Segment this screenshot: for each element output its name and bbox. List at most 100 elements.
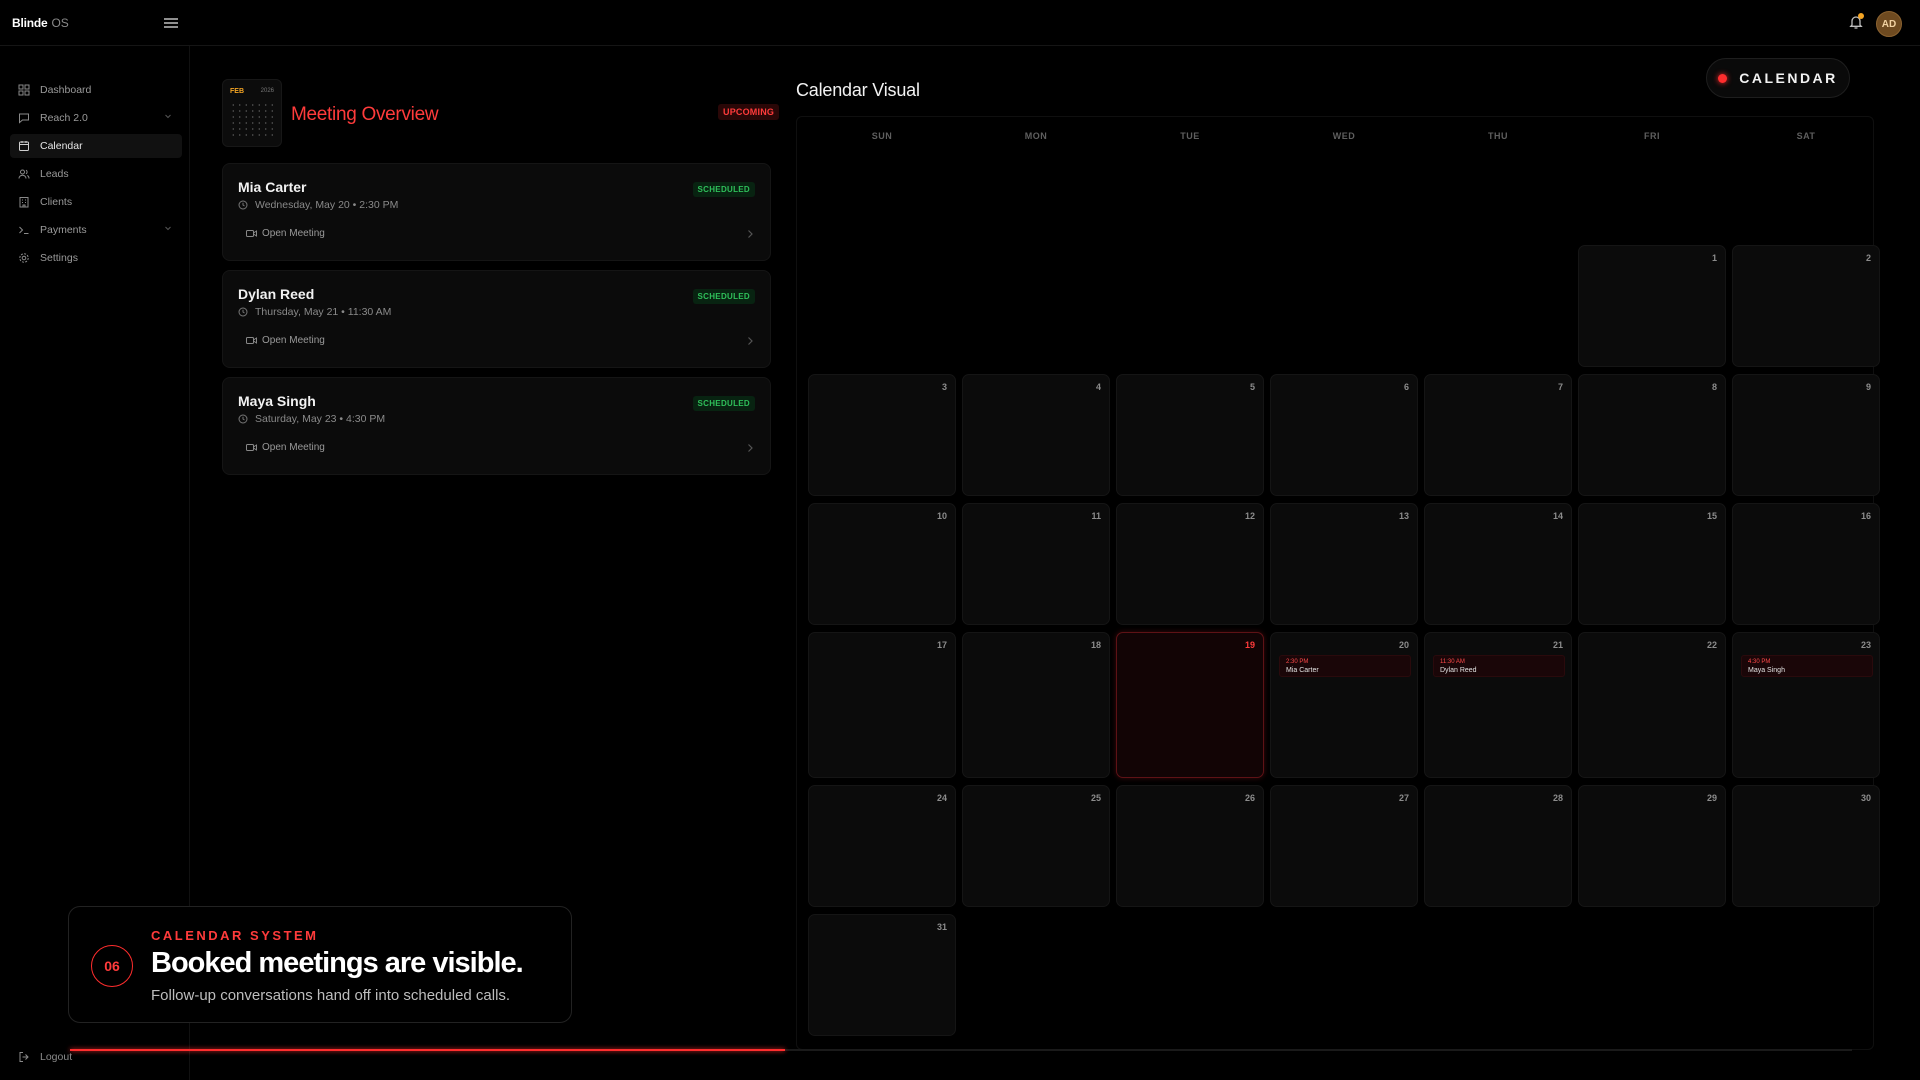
calendar-day[interactable]: 16 (1732, 503, 1880, 625)
open-meeting-link[interactable]: Open Meeting (246, 228, 325, 239)
calendar-day[interactable]: 13 (1270, 503, 1418, 625)
calendar-day[interactable]: 25 (962, 785, 1110, 907)
calendar-day[interactable]: 28 (1424, 785, 1572, 907)
calendar-day[interactable]: 14 (1424, 503, 1572, 625)
grid-icon (18, 84, 30, 96)
calendar-day[interactable]: 31 (808, 914, 956, 1036)
meeting-overview-title: Meeting Overview (291, 104, 439, 125)
calendar-day[interactable]: 5 (1116, 374, 1264, 496)
meeting-name: Mia Carter (238, 179, 307, 195)
caption-subtitle: Follow-up conversations hand off into sc… (151, 987, 511, 1004)
weekday-thu: THU (1488, 131, 1508, 141)
calendar-day[interactable]: 11 (962, 503, 1110, 625)
calendar-event[interactable]: 11:30 AM Dylan Reed (1433, 655, 1565, 677)
clock-icon (238, 414, 248, 424)
sidebar-item-reach[interactable]: Reach 2.0 (10, 106, 182, 130)
sidebar-item-label: Clients (40, 196, 73, 208)
calendar-day[interactable]: 6 (1270, 374, 1418, 496)
video-icon (246, 230, 257, 237)
user-avatar[interactable]: AD (1876, 11, 1902, 37)
calendar-day[interactable]: 27 (1270, 785, 1418, 907)
clock-icon (238, 200, 248, 210)
calendar-day[interactable]: 9 (1732, 374, 1880, 496)
day-number: 20 (1398, 640, 1409, 650)
caption-kicker: CALENDAR SYSTEM (151, 928, 319, 943)
calendar-day[interactable]: 12 (1116, 503, 1264, 625)
chevron-down-icon (165, 114, 171, 119)
brand-logo[interactable]: Blinde OS (12, 16, 69, 30)
calendar-day[interactable]: 4 (962, 374, 1110, 496)
meeting-name: Dylan Reed (238, 286, 315, 302)
calendar-day[interactable]: 15 (1578, 503, 1726, 625)
calendar-event[interactable]: 2:30 PM Mia Carter (1279, 655, 1411, 677)
sidebar-item-label: Dashboard (40, 84, 92, 96)
video-icon (246, 337, 257, 344)
day-number: 25 (1090, 793, 1101, 803)
caption-title: Booked meetings are visible. (151, 947, 524, 979)
day-number: 23 (1860, 640, 1871, 650)
day-number: 13 (1398, 511, 1409, 521)
meeting-card[interactable]: Mia Carter Wednesday, May 20 • 2:30 PM S… (222, 163, 771, 261)
calendar-day[interactable]: 30 (1732, 785, 1880, 907)
upcoming-badge: UPCOMING (718, 104, 780, 120)
calendar-day[interactable]: 23 4:30 PM Maya Singh (1732, 632, 1880, 778)
calendar-day[interactable]: 19 (1116, 632, 1264, 778)
mini-calendar-year: 2026 (260, 88, 274, 94)
event-name: Dylan Reed (1440, 667, 1477, 674)
day-number: 26 (1244, 793, 1255, 803)
calendar-button[interactable]: CALENDAR (1706, 58, 1850, 98)
sidebar-item-payments[interactable]: Payments (10, 218, 182, 242)
day-number: 19 (1244, 640, 1255, 650)
chevron-right-icon[interactable] (746, 336, 754, 346)
mini-calendar-thumbnail: FEB 2026 (222, 79, 282, 147)
sidebar-item-settings[interactable]: Settings (10, 246, 182, 270)
step-caption-card: 06 CALENDAR SYSTEM Booked meetings are v… (68, 906, 572, 1023)
menu-toggle-icon[interactable] (164, 16, 178, 30)
calendar-button-label: CALENDAR (1739, 70, 1838, 86)
meeting-time: Wednesday, May 20 • 2:30 PM (238, 199, 398, 211)
sidebar-item-calendar[interactable]: Calendar (10, 134, 182, 158)
day-number: 14 (1552, 511, 1563, 521)
calendar-day[interactable]: 29 (1578, 785, 1726, 907)
weekday-wed: WED (1332, 131, 1356, 141)
calendar-day[interactable]: 8 (1578, 374, 1726, 496)
calendar-day[interactable]: 7 (1424, 374, 1572, 496)
day-number: 16 (1860, 511, 1871, 521)
logout-button[interactable]: Logout (18, 1051, 72, 1063)
top-bar: Blinde OS AD (0, 0, 1920, 46)
terminal-icon (19, 226, 29, 234)
day-number: 30 (1860, 793, 1871, 803)
calendar-event[interactable]: 4:30 PM Maya Singh (1741, 655, 1873, 677)
sidebar-item-label: Leads (40, 168, 69, 180)
sidebar-item-leads[interactable]: Leads (10, 162, 182, 186)
calendar-day[interactable]: 20 2:30 PM Mia Carter (1270, 632, 1418, 778)
day-number: 12 (1244, 511, 1255, 521)
calendar-day[interactable]: 3 (808, 374, 956, 496)
open-meeting-link[interactable]: Open Meeting (246, 335, 325, 346)
day-number: 7 (1557, 382, 1563, 392)
brand-suffix: OS (51, 16, 69, 30)
calendar-day[interactable]: 21 11:30 AM Dylan Reed (1424, 632, 1572, 778)
chevron-right-icon[interactable] (746, 443, 754, 453)
users-icon (18, 169, 30, 179)
calendar-day[interactable]: 26 (1116, 785, 1264, 907)
calendar-day[interactable]: 22 (1578, 632, 1726, 778)
chevron-right-icon[interactable] (746, 229, 754, 239)
calendar-day[interactable]: 10 (808, 503, 956, 625)
sidebar-item-label: Payments (40, 224, 87, 236)
logout-icon (19, 1052, 29, 1062)
calendar-day[interactable]: 1 (1578, 245, 1726, 367)
progress-fill (70, 1049, 785, 1051)
meeting-time-label: Thursday, May 21 • 11:30 AM (255, 306, 392, 318)
meeting-card[interactable]: Dylan Reed Thursday, May 21 • 11:30 AM S… (222, 270, 771, 368)
meeting-name: Maya Singh (238, 393, 316, 409)
calendar-day[interactable]: 2 (1732, 245, 1880, 367)
open-meeting-link[interactable]: Open Meeting (246, 442, 325, 453)
calendar-day[interactable]: 18 (962, 632, 1110, 778)
progress-bar (70, 1049, 1852, 1051)
meeting-card[interactable]: Maya Singh Saturday, May 23 • 4:30 PM SC… (222, 377, 771, 475)
sidebar-item-dashboard[interactable]: Dashboard (10, 78, 182, 102)
calendar-day[interactable]: 24 (808, 785, 956, 907)
sidebar-item-clients[interactable]: Clients (10, 190, 182, 214)
calendar-day[interactable]: 17 (808, 632, 956, 778)
